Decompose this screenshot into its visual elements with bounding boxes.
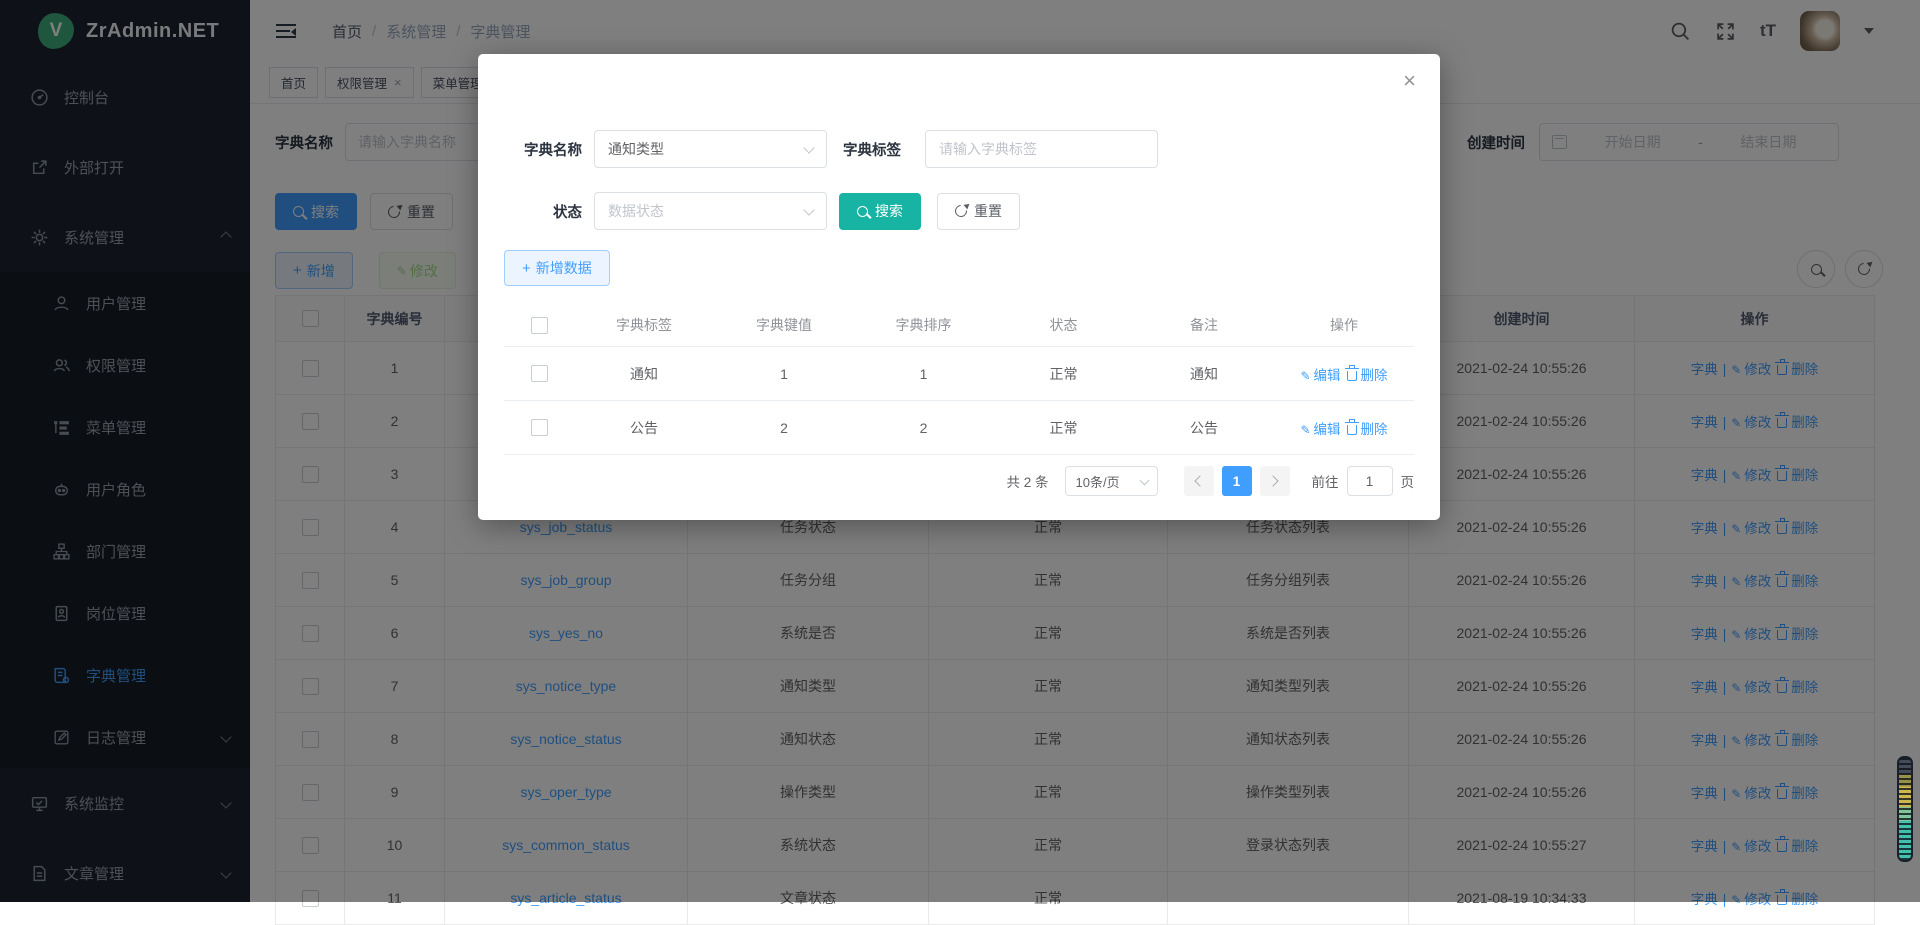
trash-icon — [1347, 371, 1357, 381]
modal-dict-name-select[interactable]: 通知类型 — [594, 130, 827, 168]
edit-icon: ✎ — [1300, 369, 1310, 383]
edit-link[interactable]: ✎编辑 — [1300, 368, 1340, 383]
modal-table-row: 公告 2 2 正常 公告 ✎编辑删除 — [504, 401, 1414, 455]
modal-dict-label-input[interactable] — [925, 130, 1158, 168]
edit-icon: ✎ — [1300, 423, 1310, 437]
modal-pagination: 共 2 条 10条/页 1 前往 页 — [478, 466, 1414, 496]
modal-table-row: 通知 1 1 正常 通知 ✎编辑删除 — [504, 347, 1414, 401]
modal-add-data-button[interactable]: +新增数据 — [504, 250, 610, 286]
refresh-icon — [953, 203, 970, 220]
column-header-remark: 备注 — [1134, 304, 1274, 347]
page-unit-label: 页 — [1401, 471, 1415, 491]
modal-dict-data-table: 字典标签 字典键值 字典排序 状态 备注 操作 通知 1 1 正常 通知 ✎编辑… — [504, 304, 1414, 455]
dict-data-modal: × 字典名称 通知类型 字典标签 状态 数据状态 搜索 重置 +新增数据 — [478, 54, 1440, 520]
modal-reset-button[interactable]: 重置 — [937, 193, 1020, 230]
modal-dict-name-label: 字典名称 — [504, 139, 582, 160]
chevron-left-icon — [1194, 475, 1205, 486]
row-checkbox[interactable] — [531, 365, 548, 382]
chevron-down-icon — [803, 204, 814, 215]
modal-search-button[interactable]: 搜索 — [839, 193, 921, 230]
edit-link[interactable]: ✎编辑 — [1300, 422, 1340, 437]
chevron-down-icon — [1139, 476, 1149, 486]
search-icon — [857, 206, 868, 217]
column-header-dict-label: 字典标签 — [574, 304, 714, 347]
page-size-select[interactable]: 10条/页 — [1065, 466, 1158, 496]
current-page-button[interactable]: 1 — [1222, 466, 1252, 496]
trash-icon — [1347, 425, 1357, 435]
modal-status-label: 状态 — [504, 201, 582, 222]
column-header-actions: 操作 — [1274, 304, 1414, 347]
next-page-button[interactable] — [1260, 466, 1290, 496]
column-header-dict-sort: 字典排序 — [854, 304, 993, 347]
modal-table-header-row: 字典标签 字典键值 字典排序 状态 备注 操作 — [504, 304, 1414, 347]
column-header-dict-value: 字典键值 — [714, 304, 854, 347]
chevron-down-icon — [803, 142, 814, 153]
modal-dict-label-label: 字典标签 — [843, 139, 901, 160]
chevron-right-icon — [1267, 475, 1278, 486]
scrollbar-thumb[interactable] — [1897, 756, 1913, 862]
modal-close-icon[interactable]: × — [1403, 70, 1416, 92]
prev-page-button[interactable] — [1184, 466, 1214, 496]
row-checkbox[interactable] — [531, 419, 548, 436]
goto-label: 前往 — [1312, 471, 1339, 491]
goto-page-input[interactable] — [1347, 466, 1393, 496]
column-header-status: 状态 — [993, 304, 1134, 347]
modal-status-select[interactable]: 数据状态 — [594, 192, 827, 230]
select-all-checkbox[interactable] — [531, 317, 548, 334]
delete-link[interactable]: 删除 — [1347, 368, 1388, 383]
pagination-total: 共 2 条 — [1006, 471, 1048, 491]
delete-link[interactable]: 删除 — [1347, 422, 1388, 437]
